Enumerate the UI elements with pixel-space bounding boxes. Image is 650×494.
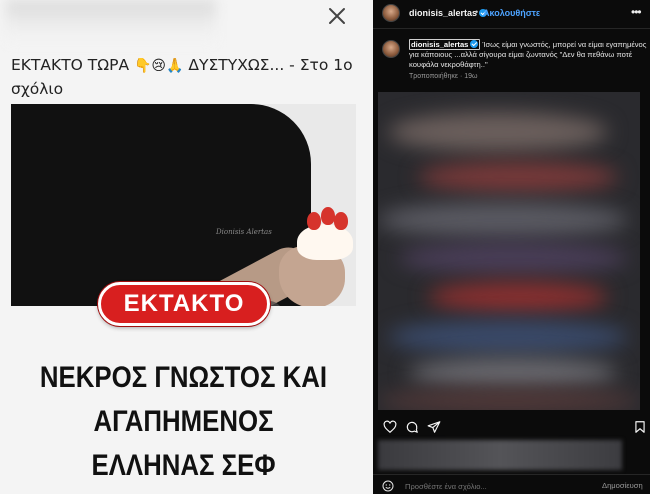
heart-icon	[383, 420, 397, 434]
post-actions	[373, 420, 650, 436]
caption-meta: Τροποποιήθηκε · 19ω	[409, 73, 478, 80]
avatar[interactable]	[382, 4, 400, 22]
comment-icon	[406, 421, 418, 433]
strawberry	[321, 207, 335, 225]
strawberry	[307, 212, 321, 230]
emoji-button[interactable]	[382, 479, 394, 492]
breaking-badge: ΕΚΤΑΚΤΟ	[98, 282, 270, 326]
headline-text: ΕΚΤΑΚΤΟ ΤΩΡΑ	[11, 56, 130, 74]
username-text: dionisis_alertas	[409, 8, 478, 18]
headline-emojis: 👇😢🙏	[134, 58, 184, 74]
verified-icon	[470, 40, 479, 48]
divider	[373, 28, 650, 29]
caption-username[interactable]: dionisis_alertas	[409, 39, 481, 50]
blur-blob	[378, 202, 628, 238]
blur-blob	[398, 242, 628, 274]
article-panel: ΕΚΤΑΚΤΟ ΤΩΡΑ 👇😢🙏 ΔΥΣΤΥΧΩΣ... - Στο 1ο σχ…	[0, 0, 373, 494]
blur-blob	[378, 388, 640, 410]
post-header: dionisis_alertas • Ακολουθήστε •••	[373, 0, 650, 28]
comment-bar: Δημοσίευση	[373, 474, 650, 494]
photo-brand-text: Dionisis Alertas	[216, 228, 272, 236]
post-media-blurred[interactable]	[378, 92, 640, 410]
comment-input[interactable]	[405, 480, 585, 492]
emoji-icon	[382, 480, 394, 492]
blur-blob	[388, 112, 608, 152]
caption-text-block: dionisis_alertas Ίσως είμαι γνωστός, μπο…	[409, 39, 647, 70]
bookmark-icon	[635, 421, 645, 433]
big-title-line: ΝΕΚΡΟΣ ΓΝΩΣΤΟΣ ΚΑΙ	[39, 361, 328, 394]
share-icon	[427, 421, 441, 433]
post-comment-button[interactable]: Δημοσίευση	[602, 481, 643, 490]
close-icon	[329, 8, 345, 24]
more-icon[interactable]: •••	[631, 5, 642, 19]
separator-dot: •	[475, 7, 479, 17]
blur-blob	[408, 358, 618, 388]
blur-blob	[428, 282, 608, 312]
avatar[interactable]	[382, 40, 400, 58]
close-button[interactable]	[326, 5, 348, 27]
article-big-title: ΝΕΚΡΟΣ ΓΝΩΣΤΟΣ ΚΑΙ ΑΓΑΠΗΜΕΝΟΣ ΕΛΛΗΝΑΣ ΣΕ…	[35, 356, 332, 488]
follow-button[interactable]: Ακολουθήστε	[483, 8, 540, 18]
big-title-line: ΕΛΛΗΝΑΣ ΣΕΦ	[91, 449, 276, 482]
article-photo[interactable]: Dionisis Alertas	[11, 104, 356, 306]
blurred-header-area	[6, 0, 216, 44]
post-viewer: dionisis_alertas • Ακολουθήστε ••• dioni…	[373, 0, 650, 494]
big-title-line: ΑΓΑΠΗΜΕΝΟΣ	[93, 405, 274, 438]
save-button[interactable]	[633, 420, 647, 434]
strawberry	[334, 212, 348, 230]
blurred-likes-area	[378, 440, 622, 470]
blur-blob	[388, 320, 628, 354]
comment-button[interactable]	[405, 420, 419, 434]
caption-username-text: dionisis_alertas	[411, 40, 469, 49]
blur-blob	[418, 162, 618, 192]
share-button[interactable]	[427, 420, 441, 434]
like-button[interactable]	[383, 420, 397, 434]
dessert	[297, 224, 353, 260]
article-headline[interactable]: ΕΚΤΑΚΤΟ ΤΩΡΑ 👇😢🙏 ΔΥΣΤΥΧΩΣ... - Στο 1ο σχ…	[11, 54, 356, 101]
